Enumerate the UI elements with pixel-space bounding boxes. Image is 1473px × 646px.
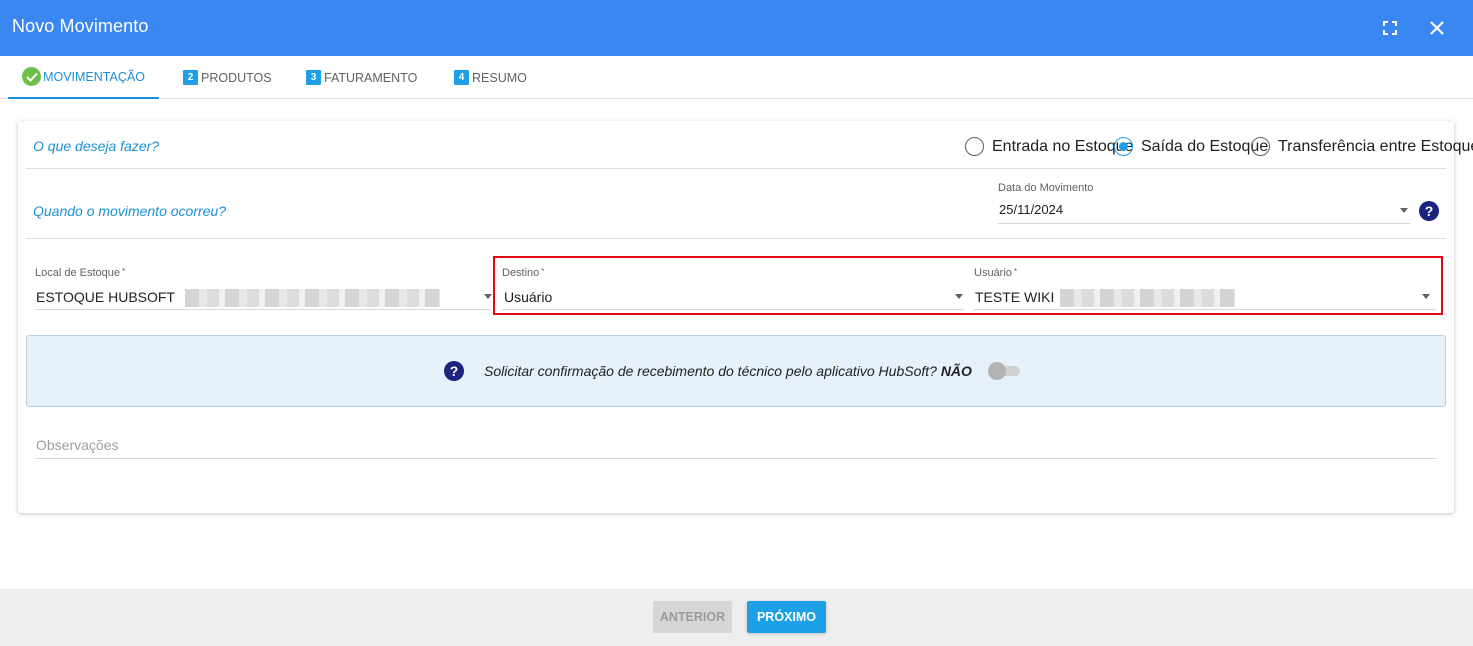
tab-label: MOVIMENTAÇÃO	[43, 69, 145, 84]
tab-label: FATURAMENTO	[324, 70, 418, 85]
redacted-text	[1060, 289, 1236, 308]
previous-button[interactable]: ANTERIOR	[653, 601, 732, 633]
divider	[26, 168, 1446, 169]
close-button[interactable]	[1423, 14, 1451, 42]
destination-select[interactable]: Usuário	[504, 289, 552, 305]
window-titlebar: Novo Movimento	[0, 0, 1473, 56]
tab-produtos[interactable]: 2 PRODUTOS	[183, 56, 272, 99]
check-icon	[22, 67, 42, 86]
toggle-knob	[988, 362, 1006, 380]
next-button[interactable]: PRÓXIMO	[747, 601, 826, 633]
tab-faturamento[interactable]: 3 FATURAMENTO	[306, 56, 417, 99]
divider	[26, 238, 1446, 239]
confirmation-text: Solicitar confirmação de recebimento do …	[484, 363, 972, 379]
question-icon: ?	[444, 361, 464, 381]
destination-label: Destino *	[502, 267, 545, 279]
radio-label: Entrada no Estoque	[992, 137, 1134, 155]
stock-location-dropdown-icon[interactable]	[484, 294, 492, 299]
user-label: Usuário *	[974, 267, 1018, 279]
step-number: 3	[306, 70, 321, 85]
fullscreen-button[interactable]	[1376, 14, 1404, 42]
radio-circle-selected	[1114, 137, 1133, 156]
step-number: 4	[454, 70, 469, 85]
tab-resumo[interactable]: 4 RESUMO	[454, 56, 527, 99]
user-select[interactable]: TESTE WIKI	[975, 289, 1236, 308]
user-dropdown-icon[interactable]	[1422, 294, 1430, 299]
step-number: 2	[183, 70, 198, 85]
tab-label: PRODUTOS	[201, 70, 272, 85]
stock-location-label: Local de Estoque *	[35, 267, 126, 279]
window-title: Novo Movimento	[12, 16, 149, 36]
date-underline	[998, 223, 1410, 224]
wizard-tabs: MOVIMENTAÇÃO 2 PRODUTOS 3 FATURAMENTO 4 …	[0, 56, 1473, 99]
observations-underline	[35, 458, 1437, 459]
tab-movimentacao[interactable]: MOVIMENTAÇÃO	[8, 56, 159, 99]
radio-transferencia[interactable]: Transferência entre Estoques	[1251, 137, 1473, 156]
date-label: Data do Movimento	[998, 182, 1094, 194]
redacted-text	[184, 289, 440, 308]
movement-form-card	[18, 121, 1454, 513]
close-icon	[1430, 21, 1444, 35]
confirmation-toggle[interactable]	[988, 362, 1021, 380]
destination-dropdown-icon[interactable]	[955, 294, 963, 299]
stock-location-select[interactable]: ESTOQUE HUBSOFT	[36, 289, 440, 308]
tab-label: RESUMO	[472, 70, 527, 85]
footer-bar	[0, 589, 1473, 646]
date-dropdown-icon[interactable]	[1400, 208, 1408, 213]
stock-location-underline	[35, 309, 490, 310]
observations-field[interactable]: Observações	[36, 437, 118, 453]
destination-underline	[502, 309, 964, 310]
date-field[interactable]: 25/11/2024	[999, 202, 1063, 217]
question-when: Quando o movimento ocorreu?	[33, 203, 226, 219]
radio-label: Transferência entre Estoques	[1278, 137, 1473, 155]
radio-label: Saída do Estoque	[1141, 137, 1269, 155]
radio-circle	[1251, 137, 1270, 156]
question-what: O que deseja fazer?	[33, 138, 160, 154]
fullscreen-icon	[1383, 21, 1397, 35]
radio-circle	[965, 137, 984, 156]
question-icon[interactable]: ?	[1419, 201, 1439, 221]
radio-entrada[interactable]: Entrada no Estoque	[965, 137, 1133, 156]
confirmation-state: NÃO	[940, 363, 972, 379]
user-underline	[974, 309, 1436, 310]
radio-saida[interactable]: Saída do Estoque	[1114, 137, 1268, 156]
